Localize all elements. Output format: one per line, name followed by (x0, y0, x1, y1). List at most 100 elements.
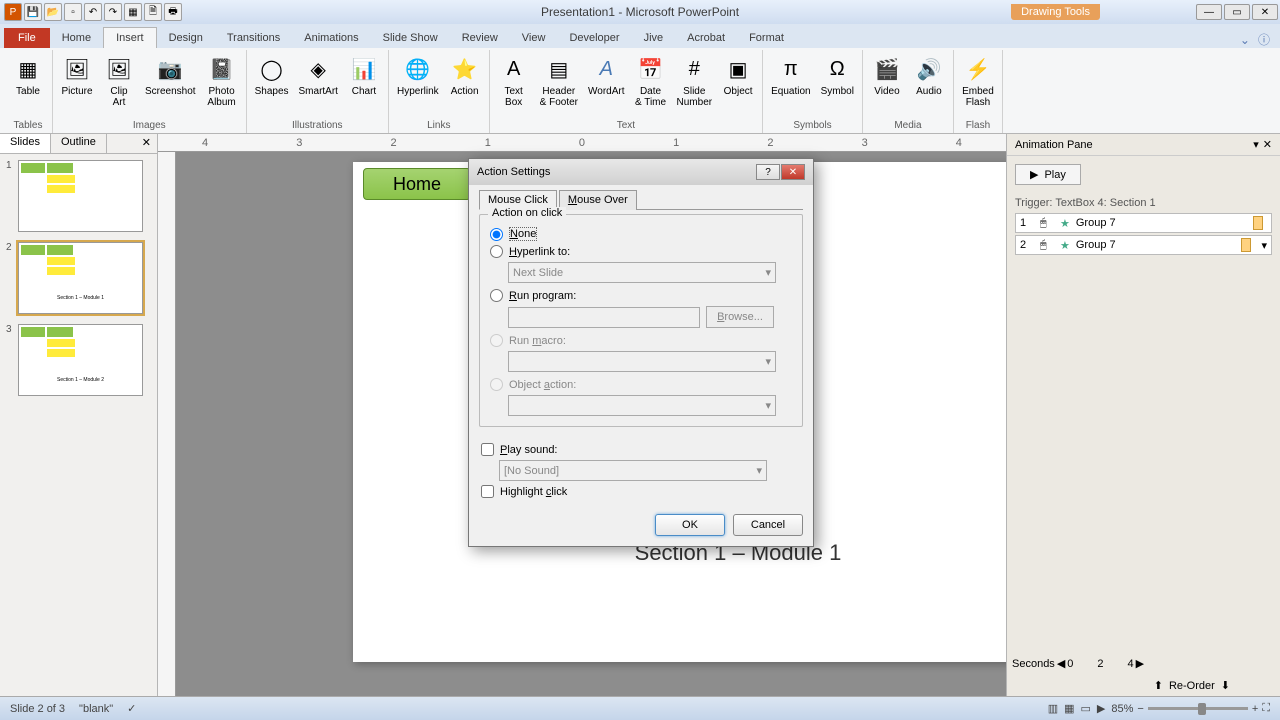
shapes-icon: ◯ (257, 54, 287, 84)
tab-insert[interactable]: Insert (103, 27, 157, 48)
minimize-ribbon-icon[interactable]: ⌄ (1240, 33, 1250, 47)
close-button[interactable]: ✕ (1252, 4, 1278, 20)
wordart-button[interactable]: AWordArt (586, 52, 627, 119)
reorder-controls: ⬆ Re-Order ⬇ (1154, 679, 1230, 692)
picture-button[interactable]: 🖼Picture (59, 52, 95, 119)
zoom-in-icon[interactable]: + (1252, 703, 1258, 715)
tab-mouse-over[interactable]: Mouse Over (559, 190, 637, 210)
datetime-button[interactable]: 📅Date & Time (633, 52, 669, 119)
radio-none[interactable] (490, 228, 503, 241)
hyperlink-button[interactable]: 🌐Hyperlink (395, 52, 441, 119)
table-button[interactable]: ▦Table (10, 52, 46, 119)
symbol-button[interactable]: ΩSymbol (819, 52, 856, 119)
tab-jive[interactable]: Jive (632, 28, 676, 48)
chevron-down-icon: ▾ (765, 355, 771, 368)
spellcheck-icon[interactable]: ✓ (127, 702, 136, 715)
tab-home[interactable]: Home (50, 28, 103, 48)
thumbnail-1[interactable]: 1 (6, 160, 151, 232)
app-icon[interactable]: P (4, 3, 22, 21)
radio-hyperlink[interactable] (490, 245, 503, 258)
embedflash-button[interactable]: ⚡Embed Flash (960, 52, 996, 119)
runprogram-input[interactable] (508, 307, 700, 328)
fit-window-icon[interactable]: ⛶ (1262, 702, 1270, 715)
thumbnail-2[interactable]: 2 Section 1 – Module 1 (6, 242, 151, 314)
screenshot-icon: 📷 (155, 54, 185, 84)
redo-icon[interactable]: ↷ (104, 3, 122, 21)
view-normal-icon[interactable]: ▥ (1048, 702, 1058, 715)
ok-button[interactable]: OK (655, 514, 725, 536)
tab-format[interactable]: Format (737, 28, 796, 48)
thumb-number: 2 (6, 242, 18, 314)
qat-icon[interactable]: ▦ (124, 3, 142, 21)
play-button[interactable]: ▶ Play (1015, 164, 1081, 185)
slidenumber-button[interactable]: #Slide Number (675, 52, 715, 119)
video-button[interactable]: 🎬Video (869, 52, 905, 119)
dialog-help-button[interactable]: ? (756, 164, 780, 180)
undo-icon[interactable]: ↶ (84, 3, 102, 21)
header-footer-button[interactable]: ▤Header & Footer (538, 52, 580, 119)
new-icon[interactable]: ▫ (64, 3, 82, 21)
tab-design[interactable]: Design (157, 28, 215, 48)
dialog-titlebar[interactable]: Action Settings ? ✕ (469, 159, 813, 185)
reorder-down-icon[interactable]: ⬇ (1221, 679, 1230, 692)
photoalbum-button[interactable]: 📓Photo Album (204, 52, 240, 119)
view-reading-icon[interactable]: ▭ (1081, 702, 1091, 715)
tab-animations[interactable]: Animations (292, 28, 370, 48)
tab-developer[interactable]: Developer (557, 28, 631, 48)
tab-review[interactable]: Review (450, 28, 510, 48)
tab-transitions[interactable]: Transitions (215, 28, 292, 48)
checkbox-playsound[interactable] (481, 443, 494, 456)
outline-tab[interactable]: Outline (51, 134, 107, 153)
help-icon[interactable]: ⓘ (1258, 31, 1270, 48)
action-button[interactable]: ⭐Action (447, 52, 483, 119)
sound-select[interactable]: [No Sound] ▾ (499, 460, 767, 481)
tab-view[interactable]: View (510, 28, 558, 48)
screenshot-button[interactable]: 📷Screenshot (143, 52, 198, 119)
audio-button[interactable]: 🔊Audio (911, 52, 947, 119)
chevron-down-icon[interactable]: ▾ (1261, 239, 1267, 252)
runmacro-label: Run macro: (509, 335, 566, 347)
smartart-button[interactable]: ◈SmartArt (297, 52, 340, 119)
equation-button[interactable]: πEquation (769, 52, 812, 119)
open-icon[interactable]: 📂 (44, 3, 62, 21)
pane-close-icon[interactable]: ✕ (1263, 138, 1272, 151)
tab-acrobat[interactable]: Acrobat (675, 28, 737, 48)
slides-tab[interactable]: Slides (0, 134, 51, 153)
view-sorter-icon[interactable]: ▦ (1064, 702, 1074, 715)
zoom-value[interactable]: 85% (1111, 703, 1133, 715)
radio-runprogram[interactable] (490, 289, 503, 302)
cancel-button[interactable]: Cancel (733, 514, 803, 536)
arrow-right-icon[interactable]: ▶ (1136, 657, 1144, 670)
view-slideshow-icon[interactable]: ▶ (1097, 702, 1105, 715)
textbox-button[interactable]: AText Box (496, 52, 532, 119)
thumbnail-3[interactable]: 3 Section 1 – Module 2 (6, 324, 151, 396)
timing-bar (1253, 216, 1263, 230)
file-tab[interactable]: File (4, 28, 50, 48)
checkbox-highlight[interactable] (481, 485, 494, 498)
browse-button[interactable]: Browse... (706, 306, 774, 328)
clipart-button[interactable]: 🖼Clip Art (101, 52, 137, 119)
zoom-out-icon[interactable]: − (1137, 703, 1143, 715)
dialog-close-button[interactable]: ✕ (781, 164, 805, 180)
chart-button[interactable]: 📊Chart (346, 52, 382, 119)
animation-item-2[interactable]: 2 🖱 ★ Group 7 ▾ (1015, 235, 1272, 255)
minimize-button[interactable]: — (1196, 4, 1222, 20)
arrow-left-icon[interactable]: ◀ (1057, 657, 1065, 670)
maximize-button[interactable]: ▭ (1224, 4, 1250, 20)
tab-slideshow[interactable]: Slide Show (371, 28, 450, 48)
zoom-slider[interactable] (1148, 707, 1248, 710)
action-icon: ⭐ (450, 54, 480, 84)
animation-item-1[interactable]: 1 🖱 ★ Group 7 (1015, 213, 1272, 233)
print-icon[interactable]: 🖶 (164, 3, 182, 21)
sound-group: Play sound: [No Sound] ▾ Highlight click (479, 435, 803, 506)
reorder-up-icon[interactable]: ⬆ (1154, 679, 1163, 692)
save-icon[interactable]: 💾 (24, 3, 42, 21)
hyperlink-select[interactable]: Next Slide ▾ (508, 262, 776, 283)
print-preview-icon[interactable]: 🗎 (144, 3, 162, 21)
panel-close-icon[interactable]: ✕ (136, 134, 157, 153)
pane-dropdown-icon[interactable]: ▾ (1253, 138, 1259, 151)
slide-home-button[interactable]: Home (363, 168, 471, 200)
shapes-button[interactable]: ◯Shapes (253, 52, 291, 119)
sound-value: [No Sound] (504, 465, 559, 477)
object-button[interactable]: ▣Object (720, 52, 756, 119)
